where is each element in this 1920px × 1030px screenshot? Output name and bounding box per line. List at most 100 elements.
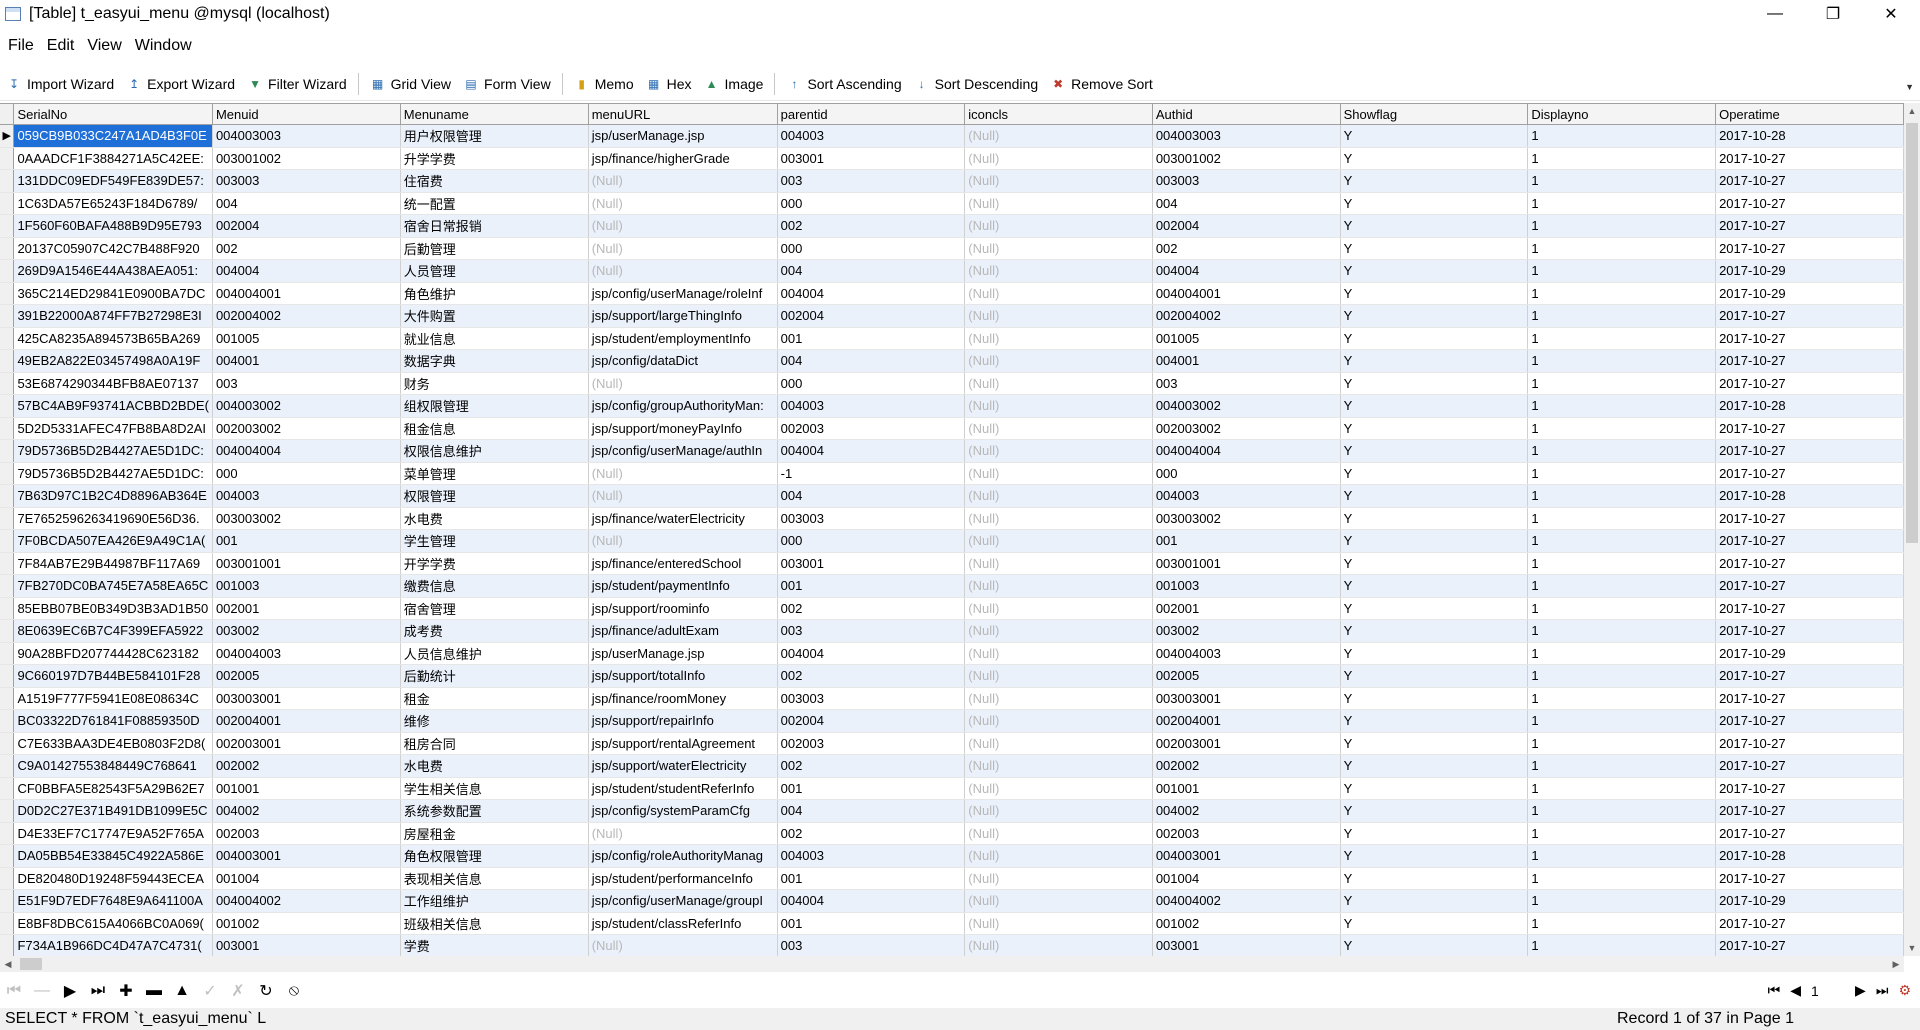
table-cell[interactable]: 1	[1527, 777, 1717, 800]
menu-window[interactable]: Window	[127, 37, 197, 55]
table-cell[interactable]: jsp/config/systemParamCfg	[588, 799, 778, 823]
table-cell[interactable]: 2017-10-27	[1715, 237, 1904, 260]
table-cell[interactable]: 2017-10-27	[1715, 732, 1904, 755]
table-cell[interactable]: 003003002	[212, 507, 401, 530]
table-cell[interactable]: 2017-10-27	[1715, 327, 1904, 350]
table-cell[interactable]: 002	[777, 664, 966, 688]
table-cell[interactable]: 人员管理	[400, 259, 589, 283]
row-indicator[interactable]	[0, 169, 15, 193]
import-wizard-button[interactable]: ↧ Import Wizard	[0, 70, 120, 98]
first-record-icon[interactable]: ⏮	[0, 982, 28, 1000]
table-cell[interactable]: 001003	[212, 574, 401, 598]
table-cell[interactable]: jsp/student/paymentInfo	[588, 574, 778, 598]
table-cell[interactable]: 002005	[212, 664, 401, 688]
image-button[interactable]: ▲ Image	[698, 70, 770, 98]
table-cell[interactable]: jsp/config/userManage/roleInf	[588, 282, 778, 305]
table-cell[interactable]: 8E0639EC6B7C4F399EFA5922	[13, 619, 213, 643]
table-cell[interactable]: Y	[1340, 642, 1529, 665]
table-cell[interactable]: 成考费	[400, 619, 589, 643]
table-cell[interactable]: jsp/student/classReferInfo	[588, 912, 778, 935]
table-cell[interactable]: (Null)	[964, 327, 1153, 350]
table-cell[interactable]: Y	[1340, 372, 1529, 395]
row-indicator[interactable]	[0, 709, 15, 733]
table-row[interactable]: 391B22000A874FF7B27298E3I 002004002 大件购置 js…	[0, 304, 1904, 328]
table-cell[interactable]: 9C660197D7B44BE584101F28	[13, 664, 213, 688]
table-cell[interactable]: 001001	[212, 777, 401, 800]
table-cell[interactable]: Y	[1340, 304, 1529, 328]
table-cell[interactable]: 002004002	[212, 304, 401, 328]
table-cell[interactable]: 1	[1527, 259, 1717, 283]
table-cell[interactable]: 20137C05907C42C7B488F920	[13, 237, 213, 260]
table-row[interactable]: C7E633BAA3DE4EB0803F2D8(002003001 租房合同 jsp…	[0, 732, 1904, 755]
cancel-icon[interactable]: ✗	[224, 981, 252, 1001]
table-cell[interactable]: E8BF8DBC615A4066BC0A069(	[13, 912, 213, 935]
table-cell[interactable]: 001005	[1152, 327, 1341, 350]
table-cell[interactable]: 004001	[1152, 349, 1341, 373]
table-cell[interactable]: (Null)	[964, 889, 1153, 913]
toolbar-overflow-icon[interactable]: ▼	[1905, 82, 1914, 92]
table-cell[interactable]: 系统参数配置	[400, 799, 589, 823]
table-cell[interactable]: 1	[1527, 192, 1717, 215]
table-cell[interactable]: Y	[1340, 844, 1529, 868]
table-cell[interactable]: Y	[1340, 259, 1529, 283]
table-cell[interactable]: 002004002	[1152, 304, 1341, 328]
table-cell[interactable]: Y	[1340, 912, 1529, 935]
table-cell[interactable]: 001002	[1152, 912, 1341, 935]
table-cell[interactable]: 水电费	[400, 507, 589, 530]
last-page-icon[interactable]: ⏭	[1876, 982, 1889, 999]
table-row[interactable]: 1C63DA57E65243F184D6789/004 统一配置 (Null) 000…	[0, 192, 1904, 215]
table-cell[interactable]: 004003001	[212, 844, 401, 868]
form-view-button[interactable]: ▤ Form View	[457, 70, 557, 98]
table-cell[interactable]: 002005	[1152, 664, 1341, 688]
table-cell[interactable]: 002001	[1152, 597, 1341, 620]
table-cell[interactable]: 2017-10-27	[1715, 867, 1904, 890]
table-cell[interactable]: 1	[1527, 619, 1717, 643]
column-header[interactable]: parentid	[777, 104, 966, 125]
table-cell[interactable]: jsp/config/dataDict	[588, 349, 778, 373]
table-row[interactable]: CF0BBFA5E82543F5A29B62E7 001001 学生相关信息 jsp/…	[0, 777, 1904, 800]
row-indicator[interactable]	[0, 529, 15, 553]
table-cell[interactable]: 1	[1527, 507, 1717, 530]
table-cell[interactable]: Y	[1340, 799, 1529, 823]
table-cell[interactable]: 391B22000A874FF7B27298E3I	[13, 304, 213, 328]
table-cell[interactable]: 2017-10-29	[1715, 889, 1904, 913]
table-cell[interactable]: 002003002	[212, 417, 401, 440]
table-cell[interactable]: 85EBB07BE0B349D3B3AD1B50	[13, 597, 213, 620]
horizontal-scroll-thumb[interactable]	[20, 958, 42, 970]
table-cell[interactable]: 租金	[400, 687, 589, 710]
table-cell[interactable]: 003	[212, 372, 401, 395]
table-cell[interactable]: 1	[1527, 484, 1717, 508]
table-cell[interactable]: 002003	[777, 732, 966, 755]
table-cell[interactable]: 2017-10-27	[1715, 777, 1904, 800]
table-cell[interactable]: 49EB2A822E03457498A0A19F	[13, 349, 213, 373]
remove-sort-button[interactable]: ✖ Remove Sort	[1044, 70, 1159, 98]
table-cell[interactable]: 1	[1527, 304, 1717, 328]
table-cell[interactable]: 003001001	[1152, 552, 1341, 575]
table-cell[interactable]: DA05BB54E33845C4922A586E	[13, 844, 213, 868]
table-cell[interactable]: Y	[1340, 754, 1529, 778]
table-cell[interactable]: 57BC4AB9F93741ACBBD2BDE(	[13, 394, 213, 418]
table-cell[interactable]: 1	[1527, 799, 1717, 823]
table-row[interactable]: 49EB2A822E03457498A0A19F 004001 数据字典 jsp/co…	[0, 349, 1904, 373]
table-row[interactable]: 57BC4AB9F93741ACBBD2BDE(004003002 组权限管理 js…	[0, 394, 1904, 418]
table-cell[interactable]: 004	[777, 799, 966, 823]
table-cell[interactable]: 001	[777, 327, 966, 350]
column-header[interactable]: SerialNo	[13, 104, 213, 125]
table-cell[interactable]: jsp/student/studentReferInfo	[588, 777, 778, 800]
column-header[interactable]: Menuid	[212, 104, 401, 125]
table-cell[interactable]: Y	[1340, 394, 1529, 418]
table-row[interactable]: 7F0BCDA507EA426E9A49C1A(001 学生管理 (Null) 000…	[0, 529, 1904, 553]
table-cell[interactable]: 004003003	[212, 124, 401, 148]
edit-record-icon[interactable]: —	[28, 982, 56, 1000]
table-row[interactable]: 5D2D5331AFEC47FB8BA8D2AI 002003002 租金信息 jsp…	[0, 417, 1904, 440]
table-cell[interactable]: 1	[1527, 732, 1717, 755]
table-cell[interactable]: Y	[1340, 192, 1529, 215]
table-cell[interactable]: 004004001	[212, 282, 401, 305]
table-cell[interactable]: Y	[1340, 597, 1529, 620]
table-cell[interactable]: 90A28BFD207744428C623182	[13, 642, 213, 665]
table-cell[interactable]: 1	[1527, 529, 1717, 553]
table-cell[interactable]: 大件购置	[400, 304, 589, 328]
table-cell[interactable]: E51F9D7EDF7648E9A641100A	[13, 889, 213, 913]
table-cell[interactable]: (Null)	[964, 754, 1153, 778]
scroll-up-icon[interactable]: ▲	[1904, 103, 1920, 119]
